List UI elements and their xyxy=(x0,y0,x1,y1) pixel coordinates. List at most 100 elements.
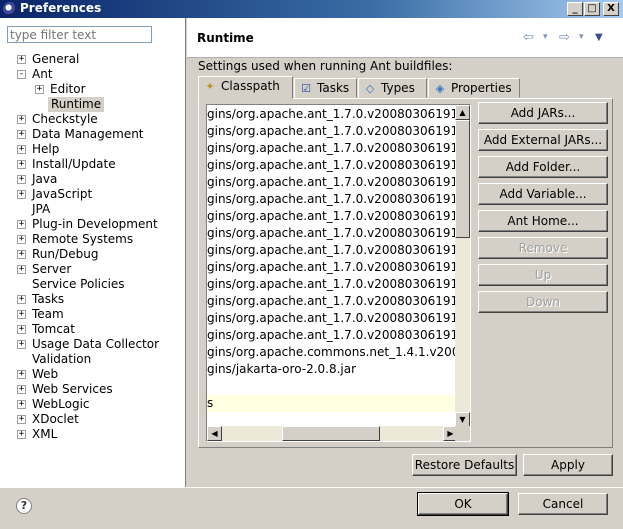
back-menu-icon[interactable]: ▾ xyxy=(543,32,548,42)
add-external-jars-button[interactable]: Add External JARs... xyxy=(478,129,608,151)
up-button[interactable]: Up xyxy=(478,264,608,286)
filter-input[interactable] xyxy=(7,26,152,43)
expand-icon[interactable]: + xyxy=(17,250,26,259)
tree-item-label: Install/Update xyxy=(32,157,116,171)
tree-item-label: Web Services xyxy=(32,382,113,396)
tree-item-label: Service Policies xyxy=(32,277,125,291)
tree-item-label: General xyxy=(32,52,80,66)
classpath-entry[interactable]: gins/org.apache.ant_1.7.0.v200803061910/… xyxy=(207,310,458,327)
tab-label: Properties xyxy=(451,81,512,95)
forward-arrow-icon[interactable]: ⇨ xyxy=(559,30,570,45)
classpath-entry[interactable]: gins/org.apache.ant_1.7.0.v200803061910/… xyxy=(207,174,458,191)
tab-label: Types xyxy=(381,81,415,95)
classpath-entry[interactable]: gins/org.apache.ant_1.7.0.v200803061910/… xyxy=(207,157,458,174)
expand-icon[interactable]: + xyxy=(17,325,26,334)
classpath-entry[interactable]: gins/org.apache.ant_1.7.0.v200803061910/… xyxy=(207,225,458,242)
expand-icon[interactable]: + xyxy=(17,385,26,394)
forward-menu-icon[interactable]: ▾ xyxy=(579,32,584,42)
vertical-scroll-thumb[interactable] xyxy=(455,120,470,238)
classpath-entry[interactable]: s xyxy=(207,395,458,412)
tasks-icon: ☑ xyxy=(301,82,311,95)
apply-button[interactable]: Apply xyxy=(523,454,613,476)
tree-item-label: Runtime xyxy=(48,97,105,112)
page-title: Runtime xyxy=(197,31,254,45)
expand-icon[interactable]: + xyxy=(17,160,26,169)
expand-icon[interactable]: + xyxy=(17,130,26,139)
expand-icon[interactable]: + xyxy=(17,220,26,229)
tab-classpath[interactable]: ✦ Classpath xyxy=(198,76,293,99)
classpath-list[interactable]: gins/org.apache.ant_1.7.0.v200803061910/… xyxy=(206,104,471,442)
scroll-left-icon[interactable]: ◀ xyxy=(207,426,222,441)
expand-icon[interactable]: + xyxy=(17,430,26,439)
ant-home-button[interactable]: Ant Home... xyxy=(478,210,608,232)
expand-icon[interactable]: + xyxy=(17,175,26,184)
expand-icon[interactable]: + xyxy=(17,295,26,304)
down-button[interactable]: Down xyxy=(478,291,608,313)
tree-item-label: Web xyxy=(32,367,59,381)
classpath-entry[interactable]: gins/org.apache.ant_1.7.0.v200803061910/… xyxy=(207,123,458,140)
classpath-entry[interactable]: gins/org.apache.ant_1.7.0.v200803061910/… xyxy=(207,293,458,310)
close-button[interactable]: X xyxy=(603,2,619,16)
page-header: Runtime ⇦ ▾ ⇨ ▾ ▼ xyxy=(187,18,623,58)
expand-icon[interactable]: + xyxy=(17,310,26,319)
expand-icon[interactable]: + xyxy=(35,85,44,94)
classpath-entry[interactable]: gins/org.apache.ant_1.7.0.v200803061910/… xyxy=(207,208,458,225)
restore-defaults-button[interactable]: Restore Defaults xyxy=(412,454,517,476)
tab-label: Classpath xyxy=(221,79,280,93)
scroll-down-icon[interactable]: ▼ xyxy=(455,412,470,427)
scroll-up-icon[interactable]: ▲ xyxy=(455,105,470,120)
expand-icon[interactable]: + xyxy=(17,190,26,199)
expand-icon[interactable]: + xyxy=(17,145,26,154)
remove-button[interactable]: Remove xyxy=(478,237,608,259)
tree-item-label: Validation xyxy=(32,352,92,366)
classpath-entry[interactable]: gins/org.apache.ant_1.7.0.v200803061910/… xyxy=(207,191,458,208)
classpath-entry[interactable]: gins/org.apache.ant_1.7.0.v200803061910/… xyxy=(207,327,458,344)
tree-item-label: Team xyxy=(32,307,64,321)
tab-properties[interactable]: ◈ Properties xyxy=(428,78,520,98)
classpath-entry[interactable] xyxy=(207,378,458,395)
tree-item-label: Tasks xyxy=(32,292,65,306)
add-folder-button[interactable]: Add Folder... xyxy=(478,156,608,178)
title-bar[interactable]: Preferences _ □ X xyxy=(0,0,623,18)
classpath-entry[interactable]: gins/org.apache.ant_1.7.0.v200803061910/… xyxy=(207,276,458,293)
expand-icon[interactable]: + xyxy=(17,55,26,64)
expand-icon[interactable]: + xyxy=(17,415,26,424)
classpath-entry[interactable]: gins/org.apache.ant_1.7.0.v200803061910/… xyxy=(207,242,458,259)
classpath-entry[interactable]: gins/org.apache.commons.net_1.4.1.v20080… xyxy=(207,344,458,361)
expand-icon[interactable]: + xyxy=(17,400,26,409)
help-icon[interactable]: ? xyxy=(16,498,32,514)
tree-item-label: JavaScript xyxy=(32,187,93,201)
expand-icon[interactable]: + xyxy=(17,115,26,124)
expand-icon[interactable]: + xyxy=(17,235,26,244)
maximize-button[interactable]: □ xyxy=(584,2,600,16)
tab-tasks[interactable]: ☑ Tasks xyxy=(294,78,357,98)
expand-icon[interactable]: + xyxy=(17,340,26,349)
preference-page: Runtime ⇦ ▾ ⇨ ▾ ▼ Settings used when run… xyxy=(187,18,623,487)
tree-item-label: Editor xyxy=(50,82,86,96)
tree-item-label: Usage Data Collector xyxy=(32,337,160,351)
classpath-panel: gins/org.apache.ant_1.7.0.v200803061910/… xyxy=(198,98,613,448)
vertical-scrollbar[interactable]: ▲ ▼ xyxy=(455,105,470,427)
expand-icon[interactable]: + xyxy=(17,370,26,379)
minimize-button[interactable]: _ xyxy=(567,2,583,16)
back-arrow-icon[interactable]: ⇦ xyxy=(523,30,534,45)
collapse-icon[interactable]: - xyxy=(17,70,26,79)
classpath-entry[interactable]: gins/org.apache.ant_1.7.0.v200803061910/… xyxy=(207,140,458,157)
classpath-entry[interactable]: gins/jakarta-oro-2.0.8.jar xyxy=(207,361,458,378)
classpath-entry[interactable]: gins/org.apache.ant_1.7.0.v200803061910/… xyxy=(207,106,458,123)
properties-icon: ◈ xyxy=(435,82,445,95)
tree-item-label: XDoclet xyxy=(32,412,79,426)
add-variable-button[interactable]: Add Variable... xyxy=(478,183,608,205)
add-jars-button[interactable]: Add JARs... xyxy=(478,102,608,124)
classpath-entry[interactable]: gins/org.apache.ant_1.7.0.v200803061910/… xyxy=(207,259,458,276)
cancel-button[interactable]: Cancel xyxy=(518,493,608,515)
tree-item-label: Java xyxy=(32,172,58,186)
tree-item-label: Plug-in Development xyxy=(32,217,158,231)
horizontal-scrollbar[interactable]: ◀ ▶ xyxy=(207,426,458,441)
tab-types[interactable]: ◇ Types xyxy=(358,78,427,98)
horizontal-scroll-thumb[interactable] xyxy=(282,426,380,441)
expand-icon[interactable]: + xyxy=(17,265,26,274)
settings-description: Settings used when running Ant buildfile… xyxy=(198,59,453,73)
view-menu-icon[interactable]: ▼ xyxy=(595,32,603,43)
ok-button[interactable]: OK xyxy=(417,492,509,516)
